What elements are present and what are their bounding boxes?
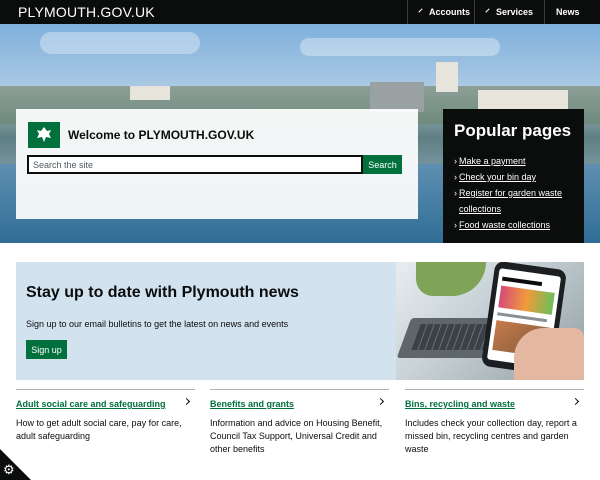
list-item: › Make a payment — [454, 156, 526, 166]
popular-pages-list: › Make a payment › Check your bin day › Reg… — [454, 153, 573, 233]
newsletter-text: Sign up to our email bulletins to get th… — [26, 319, 289, 329]
newsletter-photo — [396, 262, 584, 380]
site-header: PLYMOUTH.GOV.UK Accounts Services News — [0, 0, 600, 24]
header-nav: Accounts Services News — [407, 0, 600, 24]
service-title[interactable]: Benefits and grants — [210, 399, 294, 409]
service-description: Information and advice on Housing Benefi… — [210, 418, 383, 454]
service-card-benefits[interactable]: Benefits and grants Information and advi… — [210, 389, 389, 480]
hero-building — [130, 86, 170, 100]
gear-icon: ⚙ — [3, 462, 15, 477]
nav-news[interactable]: News — [544, 0, 600, 24]
link-food-waste[interactable]: Food waste collections — [459, 220, 550, 230]
hero-building — [436, 62, 458, 92]
service-description: Includes check your collection day, repo… — [405, 418, 577, 454]
site-brand-link[interactable]: PLYMOUTH.GOV.UK — [18, 4, 155, 20]
service-card-bins[interactable]: Bins, recycling and waste Includes check… — [405, 389, 584, 480]
chevron-down-icon — [485, 8, 490, 13]
list-item: › Food waste collections — [454, 220, 551, 230]
signup-button[interactable]: Sign up — [26, 340, 67, 359]
link-make-payment[interactable]: Make a payment — [459, 156, 526, 166]
service-description: How to get adult social care, pay for ca… — [16, 418, 182, 441]
nav-services-label: Services — [496, 7, 534, 17]
service-title[interactable]: Adult social care and safeguarding — [16, 399, 166, 409]
chevron-right-icon — [182, 397, 191, 406]
newsletter-banner: Stay up to date with Plymouth news Sign … — [16, 262, 584, 380]
search-input[interactable] — [27, 155, 363, 174]
search-panel: Welcome to PLYMOUTH.GOV.UK Search — [16, 109, 418, 219]
chevron-down-icon — [418, 8, 423, 13]
nav-services[interactable]: Services — [474, 0, 544, 24]
welcome-heading: Welcome to PLYMOUTH.GOV.UK — [68, 128, 255, 142]
chevron-right-icon — [376, 397, 385, 406]
link-garden-waste[interactable]: Register for garden waste collections — [459, 188, 562, 214]
hero-banner: Welcome to PLYMOUTH.GOV.UK Search Popula… — [0, 24, 600, 243]
plymouth-crest-icon — [28, 122, 60, 148]
hero-cloud — [40, 32, 200, 54]
search-button[interactable]: Search — [363, 155, 402, 174]
link-check-bin-day[interactable]: Check your bin day — [459, 172, 536, 182]
nav-accounts[interactable]: Accounts — [407, 0, 474, 24]
service-card-adult-social-care[interactable]: Adult social care and safeguarding How t… — [16, 389, 195, 480]
list-item: › Register for garden waste collections — [454, 188, 563, 214]
popular-pages-panel: Popular pages › Make a payment › Check you… — [443, 109, 584, 243]
hero-cloud — [300, 38, 500, 56]
hero-building — [370, 82, 424, 112]
service-title[interactable]: Bins, recycling and waste — [405, 399, 515, 409]
list-item: › Check your bin day — [454, 172, 537, 182]
nav-accounts-label: Accounts — [429, 7, 471, 17]
nav-news-label: News — [556, 7, 580, 17]
popular-pages-title: Popular pages — [454, 121, 572, 140]
newsletter-title: Stay up to date with Plymouth news — [26, 284, 299, 301]
chevron-right-icon — [571, 397, 580, 406]
